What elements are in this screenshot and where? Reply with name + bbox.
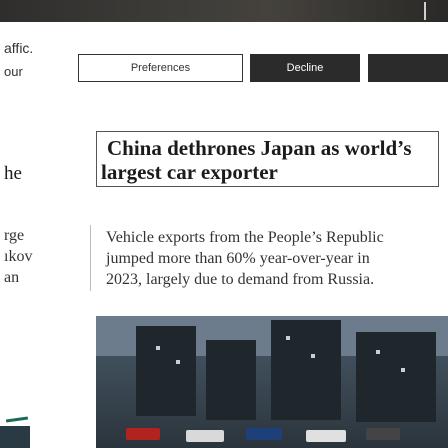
- photo-window: [376, 350, 380, 354]
- photo-window: [311, 354, 315, 358]
- photo-window: [176, 360, 180, 364]
- photo-building: [206, 340, 256, 420]
- photo-car: [366, 428, 400, 440]
- left-column-fragment-kov: ıkov: [4, 248, 33, 265]
- photo-building: [136, 326, 196, 416]
- strip-mark: [424, 2, 426, 20]
- photo-car: [246, 428, 282, 440]
- photo-building: [356, 332, 436, 422]
- photo-car: [306, 430, 346, 442]
- fragment-block: [0, 426, 30, 448]
- accept-button[interactable]: [368, 54, 448, 82]
- left-column-fragment-rge: rge: [4, 227, 25, 244]
- article-photo[interactable]: [96, 316, 448, 448]
- decline-button[interactable]: Decline: [250, 54, 360, 82]
- left-column-fragment-he: he: [4, 163, 22, 184]
- left-photo-fragment: [0, 410, 30, 448]
- photo-car: [126, 428, 160, 440]
- dek-line-2: jumped more than 60% year-over-year in: [106, 250, 370, 267]
- photo-window: [401, 368, 405, 372]
- dek-line-3: 2023, largely due to demand from Russia.: [106, 271, 375, 288]
- column-divider: [90, 225, 91, 291]
- photo-building: [271, 320, 341, 420]
- headline-line-2: largest car exporter: [101, 160, 278, 184]
- preferences-button[interactable]: Preferences: [78, 54, 243, 82]
- header-image-strip: [0, 0, 448, 22]
- photo-window: [286, 336, 290, 340]
- article-dek: Vehicle exports from the People’s Republ…: [106, 227, 442, 290]
- fragment-accent: [5, 416, 29, 423]
- photo-car: [186, 430, 224, 442]
- article-headline-link[interactable]: China dethrones Japan as world’s largest…: [96, 131, 439, 187]
- headline-line-1: China dethrones Japan as world’s: [107, 136, 412, 160]
- banner-text-fragment-2: our: [4, 64, 23, 79]
- photo-window: [156, 346, 160, 350]
- dek-line-1: Vehicle exports from the People’s Republ…: [106, 229, 384, 246]
- left-column-fragment-an: an: [4, 269, 20, 286]
- banner-text-fragment: affic.: [4, 40, 34, 56]
